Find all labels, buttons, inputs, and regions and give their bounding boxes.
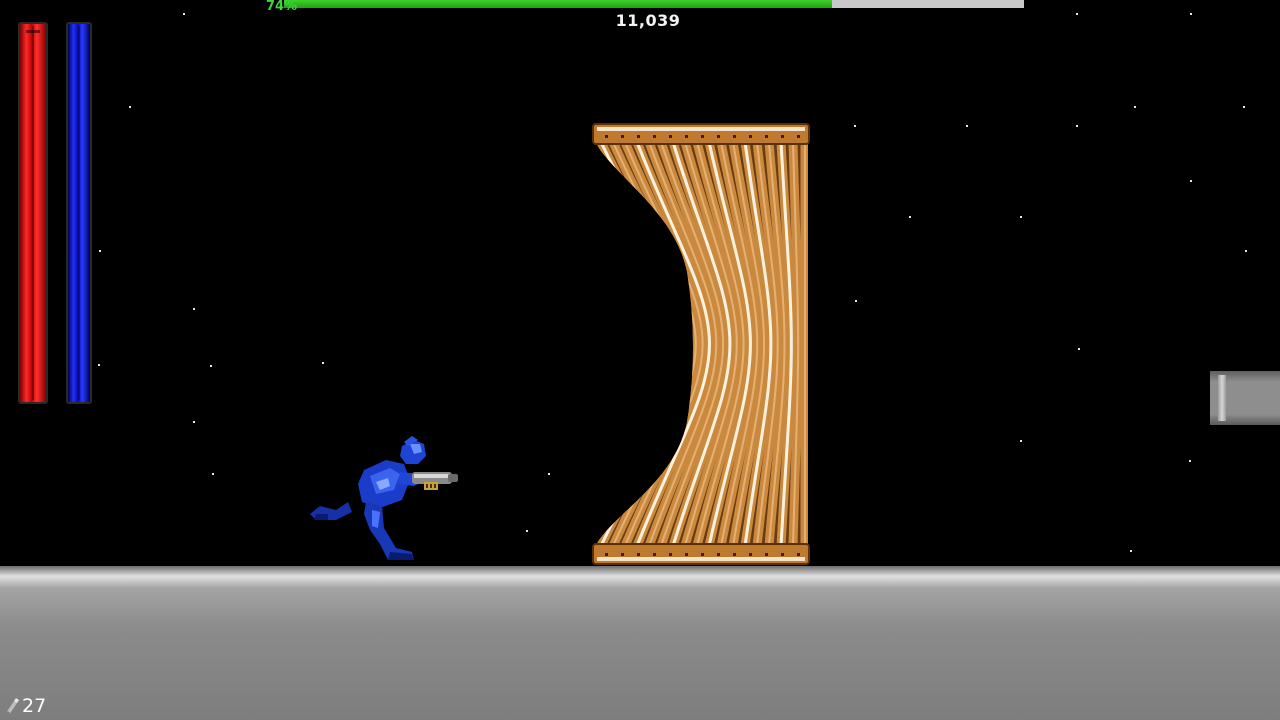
star <box>193 308 195 310</box>
star <box>193 421 195 423</box>
game-scene: 74% 11,039 27 <box>0 0 1280 720</box>
star <box>1076 125 1078 127</box>
star <box>212 473 214 475</box>
wall-ledge <box>1210 371 1280 425</box>
star <box>98 364 100 366</box>
level-progress-label: 74% <box>266 0 298 14</box>
star <box>1130 550 1132 552</box>
star <box>1078 348 1080 350</box>
star <box>909 216 911 218</box>
star <box>1020 216 1022 218</box>
score-display: 11,039 <box>615 11 681 30</box>
ammo-counter: 27 <box>4 694 46 718</box>
star <box>1245 250 1247 252</box>
bullet-icon <box>6 698 19 715</box>
star <box>210 365 212 367</box>
star <box>1020 440 1022 442</box>
floor <box>0 566 1280 720</box>
level-progress-bar <box>284 0 1024 8</box>
energy-meter <box>66 22 92 404</box>
ammo-count: 27 <box>22 695 47 717</box>
player-soldier <box>310 436 458 560</box>
star <box>1243 106 1245 108</box>
star <box>966 125 968 127</box>
hourglass-pillar-obstacle <box>592 123 810 565</box>
star <box>1190 13 1192 15</box>
health-meter <box>18 22 48 404</box>
star <box>548 473 550 475</box>
star <box>183 13 185 15</box>
star <box>1134 106 1136 108</box>
star <box>855 300 857 302</box>
star <box>99 250 101 252</box>
star <box>1189 460 1191 462</box>
star <box>129 106 131 108</box>
star <box>1076 13 1078 15</box>
star <box>1190 180 1192 182</box>
star <box>322 362 324 364</box>
level-progress-fill <box>284 0 832 8</box>
star <box>854 125 856 127</box>
star <box>526 530 528 532</box>
